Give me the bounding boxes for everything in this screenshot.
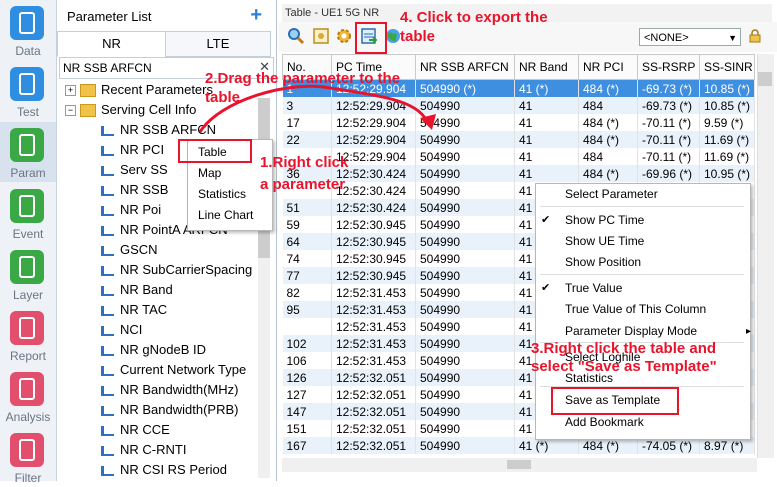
annotation-save-template-highlight (551, 387, 679, 415)
annotation-table-highlight (178, 139, 252, 163)
annotation-step3: 3.Right click the table and select "Save… (531, 340, 717, 375)
annotation-export-highlight (355, 22, 387, 54)
annotation-step2: 2.Drag the parameter to the table (205, 70, 401, 106)
annotation-step1: 1.Right click a parameter (260, 154, 349, 193)
annotation-step4: 4. Click to export the table (400, 9, 548, 45)
